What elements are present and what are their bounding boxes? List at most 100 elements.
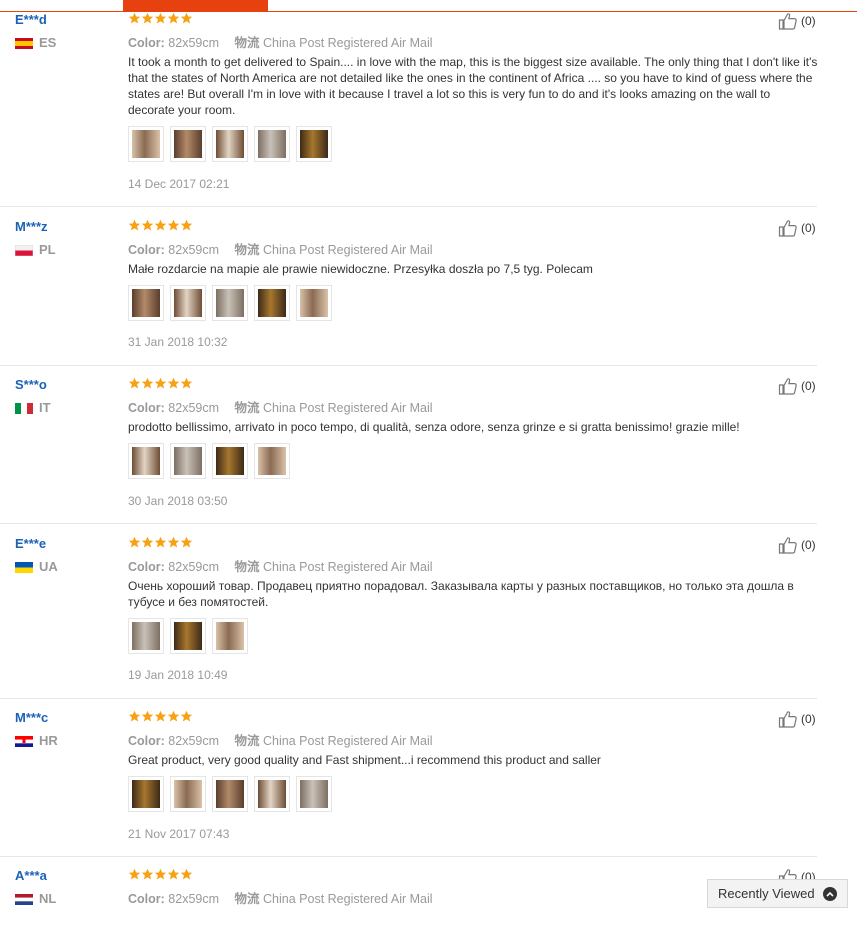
color-label: Color: bbox=[128, 36, 165, 50]
recently-viewed-button[interactable]: Recently Viewed bbox=[707, 879, 848, 908]
star-icon bbox=[180, 710, 193, 722]
reviewer-name: A***a bbox=[15, 868, 47, 883]
review-text: Małe rozdarcie na mapie ale prawie niewi… bbox=[128, 262, 593, 276]
helpful-button[interactable]: (0) bbox=[778, 536, 816, 554]
thumbs-up-icon bbox=[778, 220, 797, 237]
country-code: NL bbox=[39, 891, 57, 906]
reviewer-info: A***a NL bbox=[15, 868, 56, 906]
country-flag-icon bbox=[15, 561, 33, 573]
review-photo-thumbnail[interactable] bbox=[254, 776, 290, 812]
thumbs-up-icon bbox=[778, 378, 797, 395]
country-flag-icon bbox=[15, 735, 33, 747]
review-photo-thumbnail[interactable] bbox=[254, 285, 290, 321]
reviewer-info: E***e UA bbox=[15, 536, 58, 574]
review-text: It took a month to get delivered to Spai… bbox=[128, 55, 818, 117]
shipping-value: China Post Registered Air Mail bbox=[263, 243, 433, 257]
star-icon bbox=[180, 219, 193, 231]
order-attributes: Color: 82x59cm 物流 China Post Registered … bbox=[128, 32, 433, 51]
review-photo-thumbnail[interactable] bbox=[128, 285, 164, 321]
review-photo-thumbnail[interactable] bbox=[296, 776, 332, 812]
review-item: E***d ES Color: 82x59cm 物流 China Post Re… bbox=[0, 12, 817, 207]
color-value: 82x59cm bbox=[168, 36, 220, 50]
helpful-count: (0) bbox=[801, 538, 816, 552]
review-item: M***z PL Color: 82x59cm 物流 China Post Re… bbox=[0, 219, 817, 366]
star-icon bbox=[154, 12, 167, 24]
shipping-value: China Post Registered Air Mail bbox=[263, 892, 433, 906]
chevron-up-icon bbox=[823, 887, 837, 901]
review-photo-thumbnail[interactable] bbox=[170, 618, 206, 654]
star-icon bbox=[154, 536, 167, 548]
color-label: Color: bbox=[128, 734, 165, 748]
review-photo-thumbnail[interactable] bbox=[212, 126, 248, 162]
review-text: Great product, very good quality and Fas… bbox=[128, 753, 601, 767]
reviewer-info: M***c HR bbox=[15, 710, 58, 748]
product-tabs-bar bbox=[0, 0, 857, 12]
helpful-button[interactable]: (0) bbox=[778, 710, 816, 728]
review-photo-thumbnail[interactable] bbox=[212, 285, 248, 321]
reviewer-info: E***d ES bbox=[15, 12, 56, 50]
star-icon bbox=[180, 377, 193, 389]
helpful-button[interactable]: (0) bbox=[778, 377, 816, 395]
review-photo-thumbnail[interactable] bbox=[212, 776, 248, 812]
review-photo-thumbnail[interactable] bbox=[128, 443, 164, 479]
star-icon bbox=[141, 219, 154, 231]
star-icon bbox=[128, 536, 141, 548]
star-icon bbox=[167, 710, 180, 722]
thumbs-up-icon bbox=[778, 711, 797, 728]
rating-stars bbox=[128, 710, 193, 724]
review-photos bbox=[128, 285, 338, 321]
helpful-button[interactable]: (0) bbox=[778, 12, 816, 30]
reviewer-country: ES bbox=[15, 35, 56, 50]
review-photo-thumbnail[interactable] bbox=[254, 443, 290, 479]
review-date: 31 Jan 2018 10:32 bbox=[128, 335, 228, 349]
helpful-button[interactable]: (0) bbox=[778, 219, 816, 237]
shipping-label: 物流 bbox=[234, 560, 260, 574]
country-code: PL bbox=[39, 242, 56, 257]
review-photo-thumbnail[interactable] bbox=[254, 126, 290, 162]
helpful-count: (0) bbox=[801, 379, 816, 393]
recently-viewed-label: Recently Viewed bbox=[718, 886, 815, 901]
reviewer-country: IT bbox=[15, 400, 51, 415]
review-item: M***c HR Color: 82x59cm 物流 China Post Re… bbox=[0, 710, 817, 857]
reviewer-info: S***o IT bbox=[15, 377, 51, 415]
review-photos bbox=[128, 618, 254, 654]
review-photo-thumbnail[interactable] bbox=[128, 776, 164, 812]
review-photo-thumbnail[interactable] bbox=[170, 443, 206, 479]
review-photos bbox=[128, 776, 338, 812]
review-photo-thumbnail[interactable] bbox=[212, 443, 248, 479]
rating-stars bbox=[128, 12, 193, 26]
review-photo-thumbnail[interactable] bbox=[212, 618, 248, 654]
color-label: Color: bbox=[128, 560, 165, 574]
tab-feedback-active[interactable] bbox=[123, 0, 268, 11]
rating-stars bbox=[128, 377, 193, 391]
color-label: Color: bbox=[128, 401, 165, 415]
review-photo-thumbnail[interactable] bbox=[128, 126, 164, 162]
reviewer-name: S***o bbox=[15, 377, 47, 392]
review-date: 19 Jan 2018 10:49 bbox=[128, 668, 228, 682]
reviewer-country: PL bbox=[14, 242, 56, 257]
star-icon bbox=[128, 12, 141, 24]
star-icon bbox=[167, 377, 180, 389]
star-icon bbox=[141, 710, 154, 722]
review-date: 30 Jan 2018 03:50 bbox=[128, 494, 228, 508]
review-photo-thumbnail[interactable] bbox=[170, 776, 206, 812]
star-icon bbox=[128, 868, 141, 880]
review-photo-thumbnail[interactable] bbox=[170, 285, 206, 321]
review-photo-thumbnail[interactable] bbox=[296, 126, 332, 162]
review-photo-thumbnail[interactable] bbox=[170, 126, 206, 162]
star-icon bbox=[180, 536, 193, 548]
star-icon bbox=[141, 12, 154, 24]
star-icon bbox=[128, 377, 141, 389]
review-item: E***e UA Color: 82x59cm 物流 China Post Re… bbox=[0, 536, 817, 699]
rating-stars bbox=[128, 868, 193, 882]
review-date: 14 Dec 2017 02:21 bbox=[128, 177, 230, 191]
shipping-label: 物流 bbox=[234, 734, 260, 748]
color-value: 82x59cm bbox=[168, 734, 220, 748]
star-icon bbox=[141, 868, 154, 880]
review-photo-thumbnail[interactable] bbox=[296, 285, 332, 321]
star-icon bbox=[141, 377, 154, 389]
color-label: Color: bbox=[128, 892, 165, 906]
review-text: prodotto bellissimo, arrivato in poco te… bbox=[128, 420, 740, 434]
review-photo-thumbnail[interactable] bbox=[128, 618, 164, 654]
order-attributes: Color: 82x59cm 物流 China Post Registered … bbox=[128, 239, 433, 258]
